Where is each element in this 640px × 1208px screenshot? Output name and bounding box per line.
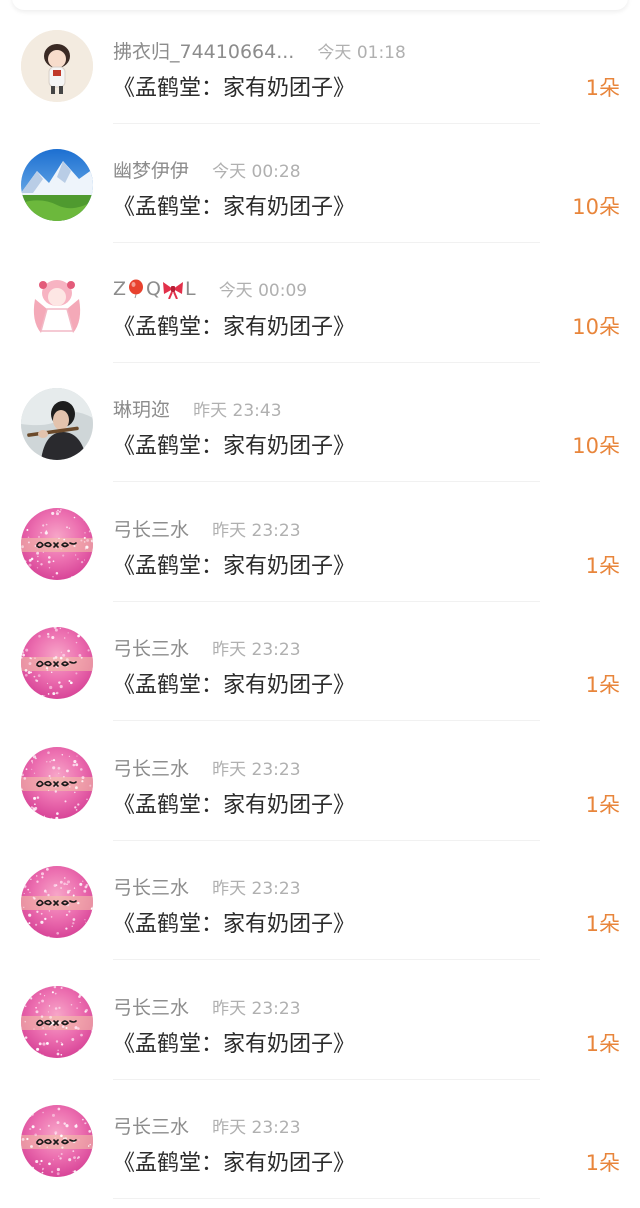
username[interactable]: 弓长三水 [113, 993, 189, 1020]
mountain-landscape-icon [21, 149, 93, 221]
item-meta: 弓长三水 昨天 23:23 [113, 634, 301, 660]
gift-title: 《孟鹤堂：家有奶团子》 [113, 673, 356, 698]
timestamp: 今天 00:09 [218, 281, 308, 301]
avatar[interactable] [21, 30, 93, 102]
gift-title: 《孟鹤堂：家有奶团子》 [113, 76, 356, 101]
timestamp: 昨天 23:23 [212, 521, 301, 541]
timestamp: 昨天 23:23 [212, 999, 301, 1019]
item-meta: 弓长三水 昨天 23:23 [113, 1112, 301, 1138]
pink-glitter-avatar-icon [21, 1105, 93, 1177]
gift-count: 10朵 [572, 195, 620, 219]
gift-count: 10朵 [572, 315, 620, 339]
username[interactable]: 弓长三水 [113, 1112, 189, 1139]
list-item[interactable]: 弓长三水 昨天 23:23 《孟鹤堂：家有奶团子》 1朵 [0, 1079, 640, 1199]
timestamp: 昨天 23:23 [212, 879, 301, 899]
username[interactable]: 幽梦伊伊 [113, 156, 189, 183]
username[interactable]: 拂衣归_74410664... [113, 37, 294, 64]
item-meta: 弓长三水 昨天 23:23 [113, 993, 301, 1019]
list-item[interactable]: 琳玥迩 昨天 23:43 《孟鹤堂：家有奶团子》 10朵 [0, 362, 640, 482]
avatar[interactable] [21, 269, 93, 341]
avatar[interactable] [21, 149, 93, 221]
gift-title: 《孟鹤堂：家有奶团子》 [113, 793, 356, 818]
gift-title: 《孟鹤堂：家有奶团子》 [113, 1032, 356, 1057]
avatar[interactable] [21, 866, 93, 938]
gift-count: 1朵 [585, 673, 620, 697]
gift-title: 《孟鹤堂：家有奶团子》 [113, 1151, 356, 1176]
avatar[interactable] [21, 986, 93, 1058]
gift-count: 1朵 [585, 1032, 620, 1056]
avatar[interactable] [21, 747, 93, 819]
pink-glitter-avatar-icon [21, 866, 93, 938]
anime-chibi-boy-icon [21, 30, 93, 102]
gift-title: 《孟鹤堂：家有奶团子》 [113, 912, 356, 937]
username[interactable]: ZQL [113, 278, 196, 300]
item-meta: 弓长三水 昨天 23:23 [113, 515, 301, 541]
timestamp: 昨天 23:23 [212, 1118, 301, 1138]
gift-count: 1朵 [585, 1151, 620, 1175]
list-item[interactable]: 拂衣归_74410664... 今天 01:18 《孟鹤堂：家有奶团子》 1朵 [0, 4, 640, 124]
avatar[interactable] [21, 627, 93, 699]
username[interactable]: 弓长三水 [113, 515, 189, 542]
item-meta: 弓长三水 昨天 23:23 [113, 754, 301, 780]
list-item[interactable]: 弓长三水 昨天 23:23 《孟鹤堂：家有奶团子》 1朵 [0, 482, 640, 602]
gift-count: 1朵 [585, 912, 620, 936]
pink-glitter-avatar-icon [21, 747, 93, 819]
divider [113, 1198, 540, 1199]
list-item[interactable]: 弓长三水 昨天 23:23 《孟鹤堂：家有奶团子》 1朵 [0, 840, 640, 960]
item-meta: 拂衣归_74410664... 今天 01:18 [113, 37, 406, 63]
timestamp: 昨天 23:23 [212, 760, 301, 780]
item-meta: ZQL 今天 00:09 [113, 276, 307, 302]
gift-title: 《孟鹤堂：家有奶团子》 [113, 434, 356, 459]
pink-glitter-avatar-icon [21, 627, 93, 699]
pink-glitter-avatar-icon [21, 508, 93, 580]
bow-icon [163, 282, 183, 299]
timestamp: 昨天 23:43 [193, 401, 282, 421]
list-item[interactable]: 弓长三水 昨天 23:23 《孟鹤堂：家有奶团子》 1朵 [0, 601, 640, 721]
username[interactable]: 弓长三水 [113, 873, 189, 900]
gift-title: 《孟鹤堂：家有奶团子》 [113, 554, 356, 579]
pink-glitter-avatar-icon [21, 986, 93, 1058]
list-item[interactable]: 弓长三水 昨天 23:23 《孟鹤堂：家有奶团子》 1朵 [0, 721, 640, 841]
gift-count: 10朵 [572, 434, 620, 458]
gift-title: 《孟鹤堂：家有奶团子》 [113, 315, 356, 340]
list-item[interactable]: 弓长三水 昨天 23:23 《孟鹤堂：家有奶团子》 1朵 [0, 960, 640, 1080]
pink-anime-girl-icon [21, 269, 93, 341]
gift-count: 1朵 [585, 554, 620, 578]
username[interactable]: 弓长三水 [113, 754, 189, 781]
timestamp: 今天 01:18 [317, 43, 406, 63]
man-playing-flute-icon [21, 388, 93, 460]
username[interactable]: 琳玥迩 [113, 395, 170, 422]
balloon-icon [129, 279, 144, 299]
gift-title: 《孟鹤堂：家有奶团子》 [113, 195, 356, 220]
gift-count: 1朵 [585, 793, 620, 817]
item-meta: 弓长三水 昨天 23:23 [113, 873, 301, 899]
avatar[interactable] [21, 1105, 93, 1177]
username[interactable]: 弓长三水 [113, 634, 189, 661]
item-meta: 琳玥迩 昨天 23:43 [113, 395, 282, 421]
avatar[interactable] [21, 388, 93, 460]
gift-count: 1朵 [585, 76, 620, 100]
list-item[interactable]: 幽梦伊伊 今天 00:28 《孟鹤堂：家有奶团子》 10朵 [0, 123, 640, 243]
timestamp: 今天 00:28 [212, 162, 301, 182]
item-meta: 幽梦伊伊 今天 00:28 [113, 156, 301, 182]
list-item[interactable]: ZQL 今天 00:09 《孟鹤堂：家有奶团子》 10朵 [0, 243, 640, 363]
timestamp: 昨天 23:23 [212, 640, 301, 660]
avatar[interactable] [21, 508, 93, 580]
